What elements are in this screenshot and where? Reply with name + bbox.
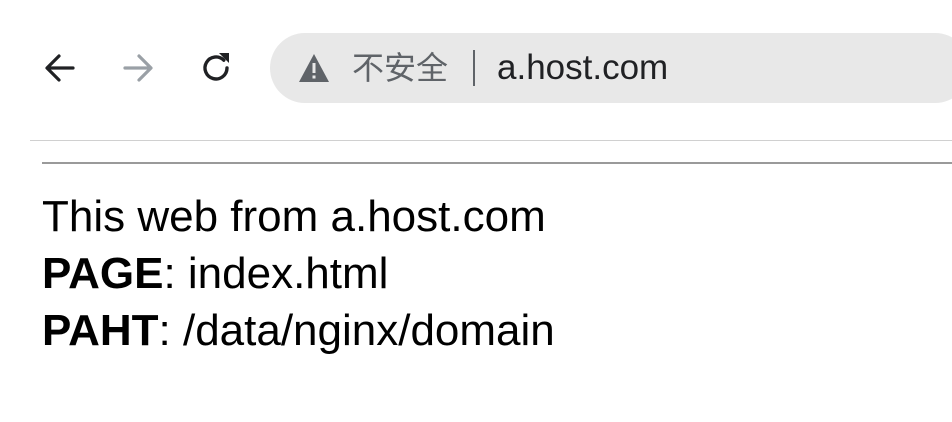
page-content: This web from a.host.com PAGE: index.htm… — [42, 162, 952, 359]
arrow-left-icon — [45, 54, 75, 82]
toolbar-divider — [30, 140, 952, 141]
address-bar[interactable]: 不安全 a.host.com — [270, 33, 952, 103]
forward-button[interactable] — [114, 44, 162, 92]
url-text[interactable]: a.host.com — [497, 47, 668, 89]
intro-text: This web from a.host.com — [42, 192, 546, 241]
browser-toolbar: 不安全 a.host.com — [0, 0, 952, 140]
horizontal-rule — [42, 162, 952, 164]
page-value: : index.html — [163, 249, 389, 298]
page-label: PAGE — [42, 249, 164, 298]
address-bar-divider — [473, 50, 475, 86]
reload-icon — [203, 53, 229, 81]
security-status-label[interactable]: 不安全 — [352, 47, 448, 89]
arrow-right-icon — [123, 54, 153, 82]
path-label: PAHT — [42, 306, 159, 355]
path-value: : /data/nginx/domain — [158, 306, 555, 355]
page-line: PAGE: index.html — [42, 245, 952, 302]
warning-triangle-icon[interactable] — [298, 53, 330, 83]
path-line: PAHT: /data/nginx/domain — [42, 302, 952, 359]
reload-button[interactable] — [192, 44, 240, 92]
back-button[interactable] — [36, 44, 84, 92]
